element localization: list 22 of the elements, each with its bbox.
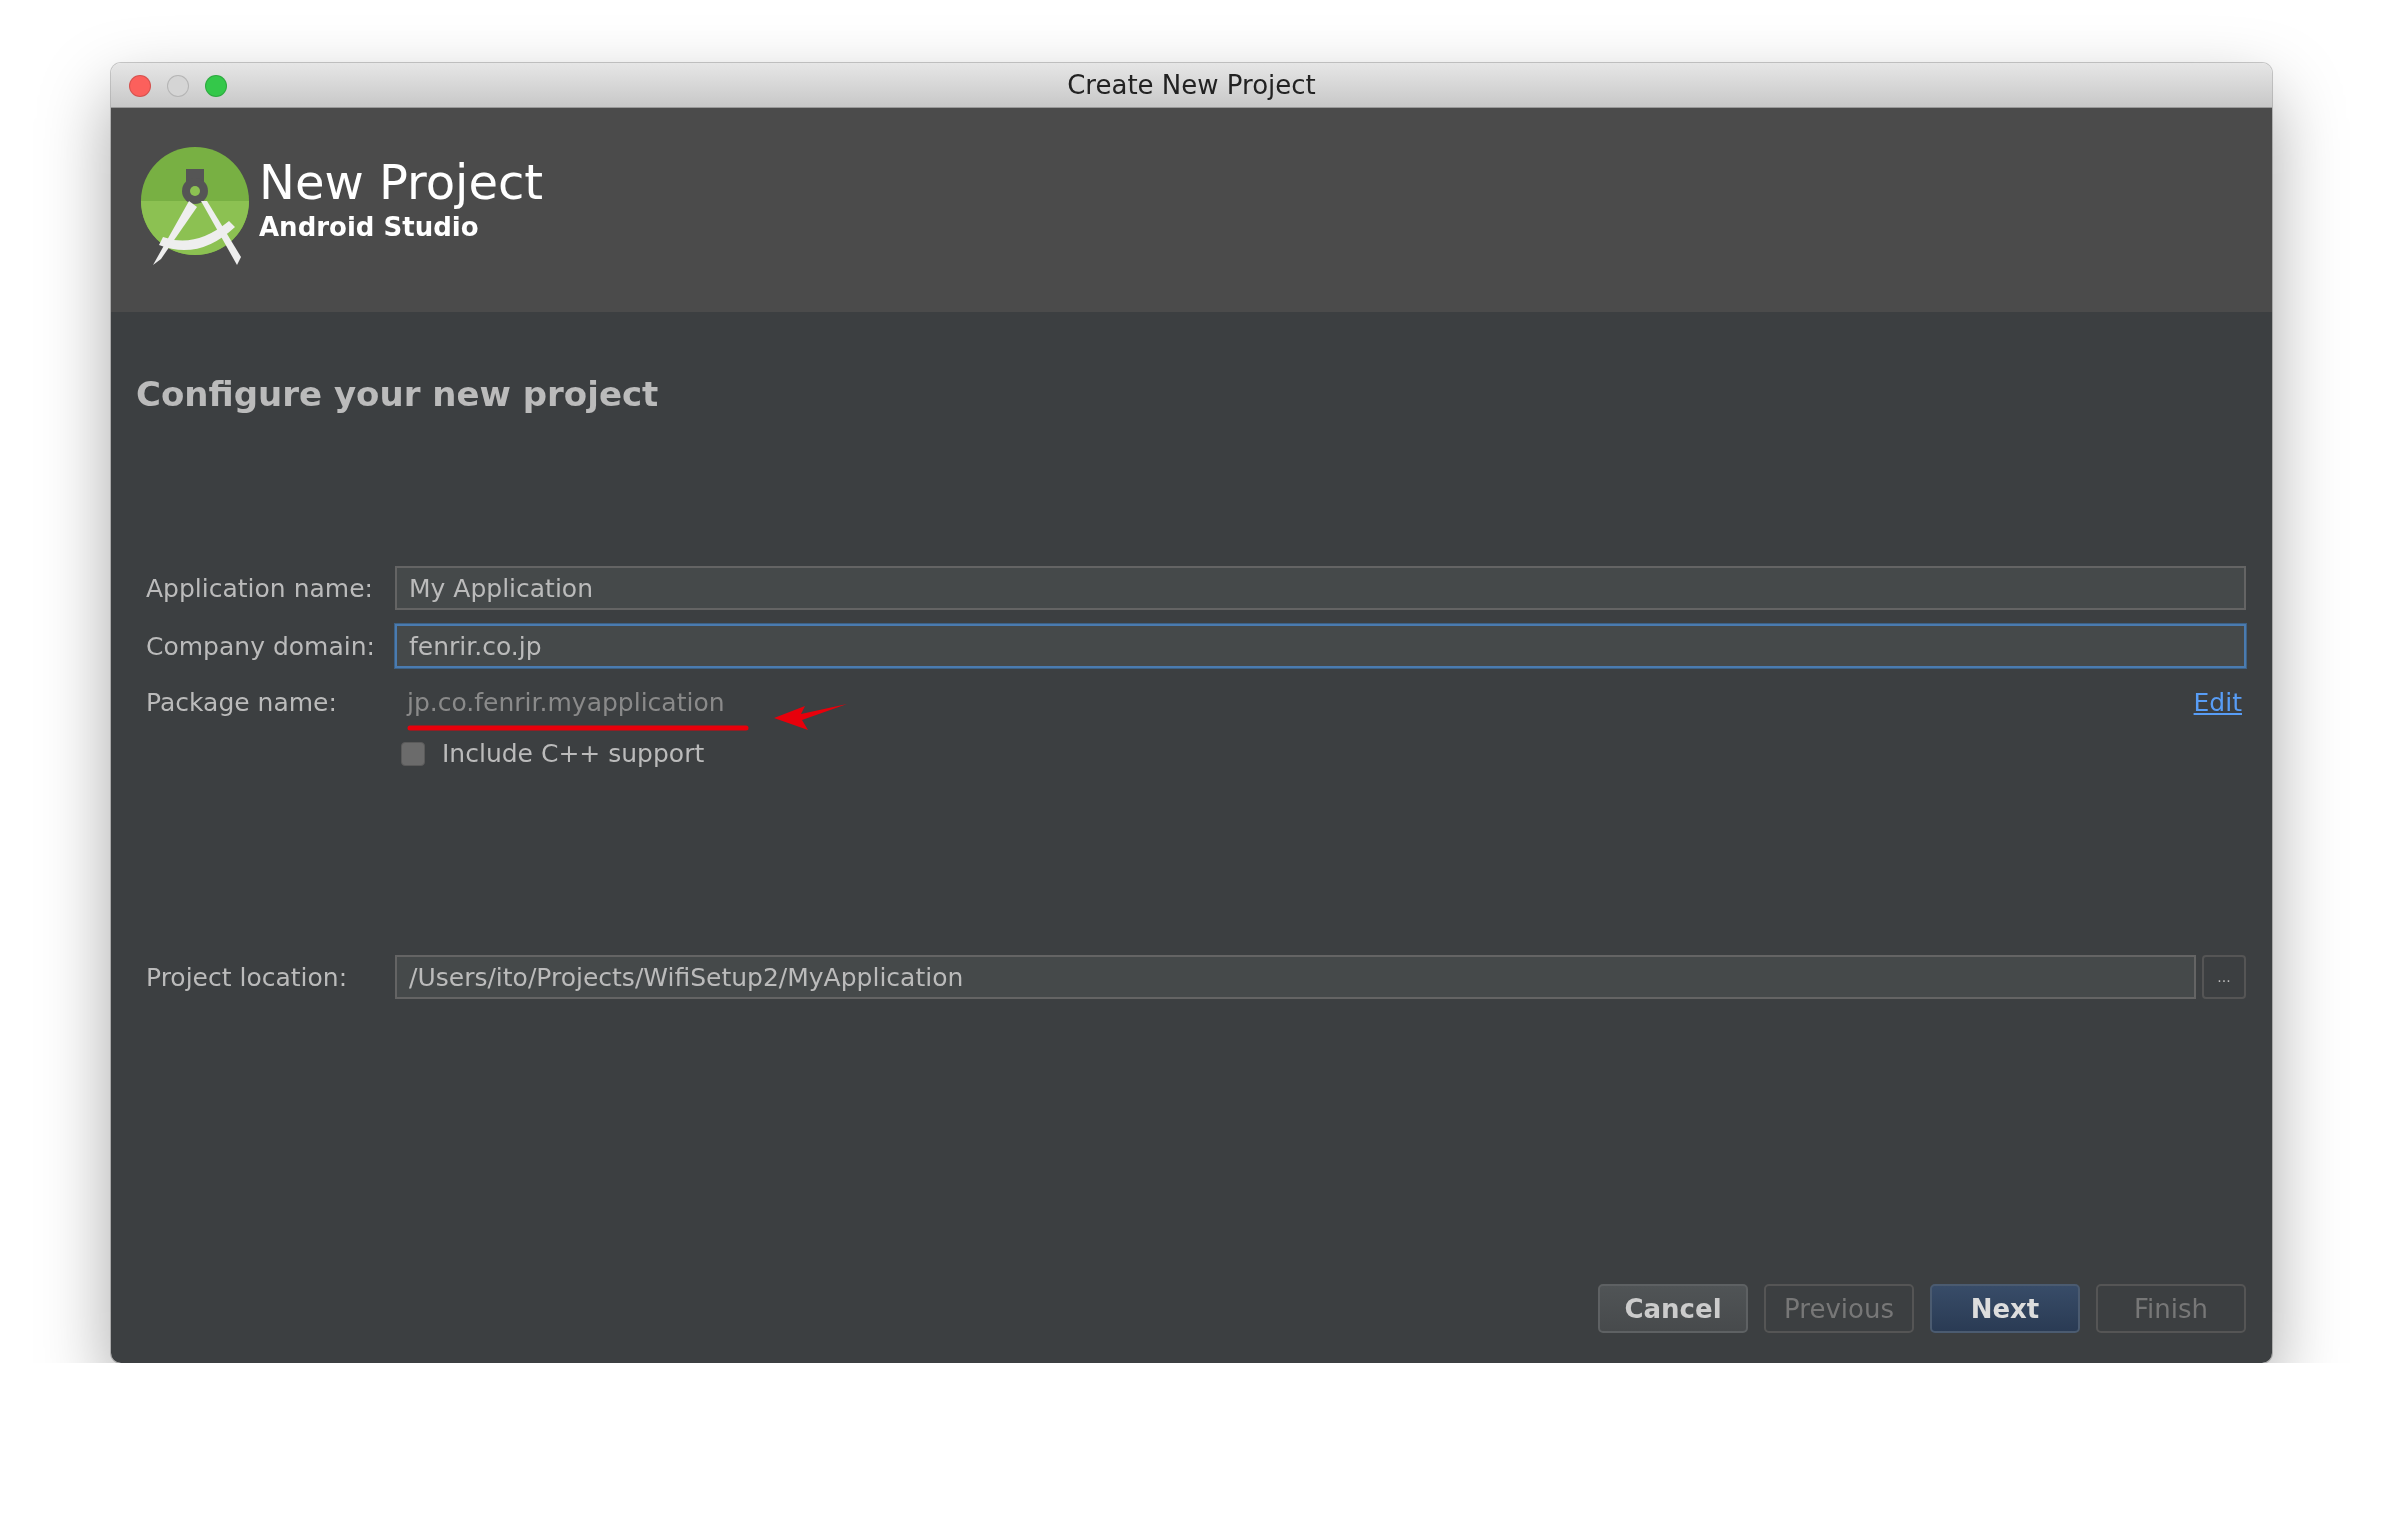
package-name-value: jp.co.fenrir.myapplication xyxy=(407,688,725,717)
window-title: Create New Project xyxy=(1067,70,1316,100)
field-label: Package name: xyxy=(146,688,338,717)
dialog-button[interactable]: Next xyxy=(1930,1284,2080,1333)
checkbox[interactable] xyxy=(401,741,425,766)
android-studio-logo-icon xyxy=(141,145,249,267)
field-label: Company domain: xyxy=(146,631,376,661)
browse-button[interactable]: ... xyxy=(2202,955,2246,999)
checkbox-label: Include C++ support xyxy=(442,739,705,768)
text-field[interactable]: fenrir.co.jp xyxy=(395,624,2246,668)
field-label: Project location: xyxy=(146,962,349,992)
page-title: Configure your new project xyxy=(136,374,659,414)
text-field[interactable]: My Application xyxy=(395,566,2246,610)
field-label: Application name: xyxy=(146,573,374,603)
edit-link[interactable]: Edit xyxy=(2193,688,2242,717)
close-icon[interactable] xyxy=(129,75,151,97)
text-field[interactable]: /Users/ito/Projects/WifiSetup2/MyApplication xyxy=(395,955,2196,999)
minimize-icon[interactable] xyxy=(167,75,189,97)
header-title: New Project xyxy=(259,155,544,211)
dialog-button[interactable]: Cancel xyxy=(1598,1284,1748,1333)
maximize-icon[interactable] xyxy=(205,75,227,97)
header-subtitle: Android Studio xyxy=(259,212,480,243)
